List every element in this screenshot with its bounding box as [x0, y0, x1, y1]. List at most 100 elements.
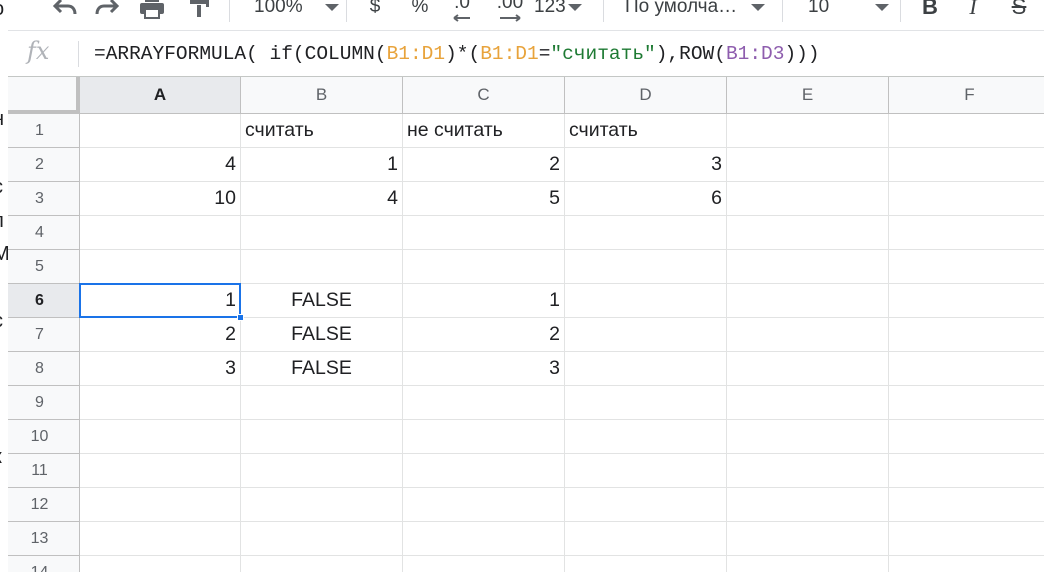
row-header-5[interactable]: 5 [0, 250, 80, 284]
cell-a11[interactable] [80, 454, 241, 488]
row-header-12[interactable]: 12 [0, 488, 80, 522]
cell-e13[interactable] [727, 522, 889, 556]
cell-d4[interactable] [565, 216, 727, 250]
cell-b5[interactable] [241, 250, 403, 284]
cell-e1[interactable] [727, 114, 889, 148]
column-header-d[interactable]: D [565, 77, 727, 114]
row-header-11[interactable]: 11 [0, 454, 80, 488]
cell-a12[interactable] [80, 488, 241, 522]
cell-b7[interactable]: FALSE [241, 318, 403, 352]
cell-f8[interactable] [889, 352, 1044, 386]
decrease-decimal-button[interactable]: .0 [444, 0, 480, 22]
bold-button[interactable]: B [914, 0, 946, 22]
cell-d1[interactable]: считать [565, 114, 727, 148]
cell-c2[interactable]: 2 [403, 148, 565, 182]
cell-a4[interactable] [80, 216, 241, 250]
cell-c13[interactable] [403, 522, 565, 556]
cell-a6[interactable]: 1 [80, 284, 241, 318]
font-size-select[interactable]: 10 [796, 0, 892, 22]
cell-a14[interactable] [80, 556, 241, 572]
cell-f6[interactable] [889, 284, 1044, 318]
cell-b11[interactable] [241, 454, 403, 488]
cell-a8[interactable]: 3 [80, 352, 241, 386]
column-header-e[interactable]: E [727, 77, 889, 114]
more-formats-button[interactable]: 123 [534, 0, 588, 22]
cell-e10[interactable] [727, 420, 889, 454]
cell-f5[interactable] [889, 250, 1044, 284]
italic-button[interactable]: I [958, 0, 988, 22]
cell-e14[interactable] [727, 556, 889, 572]
formula-input[interactable]: =ARRAYFORMULA( if(COLUMN(B1:D1)*(B1:D1="… [94, 43, 820, 65]
cell-b1[interactable]: считать [241, 114, 403, 148]
cell-b8[interactable]: FALSE [241, 352, 403, 386]
cell-b2[interactable]: 1 [241, 148, 403, 182]
cell-c10[interactable] [403, 420, 565, 454]
cell-f10[interactable] [889, 420, 1044, 454]
row-header-10[interactable]: 10 [0, 420, 80, 454]
cell-e6[interactable] [727, 284, 889, 318]
zoom-select[interactable]: 100% [244, 0, 344, 22]
cell-d6[interactable] [565, 284, 727, 318]
row-header-7[interactable]: 7 [0, 318, 80, 352]
cell-f7[interactable] [889, 318, 1044, 352]
print-icon[interactable] [134, 0, 170, 22]
cell-f12[interactable] [889, 488, 1044, 522]
paint-format-icon[interactable] [182, 0, 216, 22]
cell-c11[interactable] [403, 454, 565, 488]
currency-button[interactable]: $ [360, 0, 390, 22]
row-header-4[interactable]: 4 [0, 216, 80, 250]
cell-c5[interactable] [403, 250, 565, 284]
cell-c12[interactable] [403, 488, 565, 522]
cell-b14[interactable] [241, 556, 403, 572]
cell-a9[interactable] [80, 386, 241, 420]
row-header-14[interactable]: 14 [0, 556, 80, 572]
cell-d10[interactable] [565, 420, 727, 454]
cell-b10[interactable] [241, 420, 403, 454]
cell-f14[interactable] [889, 556, 1044, 572]
cell-e3[interactable] [727, 182, 889, 216]
cell-e5[interactable] [727, 250, 889, 284]
cell-d7[interactable] [565, 318, 727, 352]
cell-a5[interactable] [80, 250, 241, 284]
cell-c7[interactable]: 2 [403, 318, 565, 352]
cell-d11[interactable] [565, 454, 727, 488]
column-header-a[interactable]: A [80, 77, 241, 114]
row-header-1[interactable]: 1 [0, 114, 80, 148]
cell-a3[interactable]: 10 [80, 182, 241, 216]
column-header-f[interactable]: F [889, 77, 1044, 114]
cell-f13[interactable] [889, 522, 1044, 556]
column-header-b[interactable]: B [241, 77, 403, 114]
cell-b3[interactable]: 4 [241, 182, 403, 216]
cell-d12[interactable] [565, 488, 727, 522]
cell-d8[interactable] [565, 352, 727, 386]
redo-icon[interactable] [90, 0, 124, 22]
cell-c9[interactable] [403, 386, 565, 420]
cell-b13[interactable] [241, 522, 403, 556]
cell-b12[interactable] [241, 488, 403, 522]
cell-e7[interactable] [727, 318, 889, 352]
cell-f3[interactable] [889, 182, 1044, 216]
cell-e9[interactable] [727, 386, 889, 420]
cell-d14[interactable] [565, 556, 727, 572]
cell-c6[interactable]: 1 [403, 284, 565, 318]
cell-c1[interactable]: не считать [403, 114, 565, 148]
cell-a13[interactable] [80, 522, 241, 556]
cell-a1[interactable] [80, 114, 241, 148]
row-header-2[interactable]: 2 [0, 148, 80, 182]
fill-handle[interactable] [237, 314, 244, 321]
cell-d3[interactable]: 6 [565, 182, 727, 216]
cell-c8[interactable]: 3 [403, 352, 565, 386]
cell-e8[interactable] [727, 352, 889, 386]
row-header-6[interactable]: 6 [0, 284, 80, 318]
select-all-corner[interactable] [0, 77, 80, 114]
cell-f1[interactable] [889, 114, 1044, 148]
column-header-c[interactable]: C [403, 77, 565, 114]
cell-e12[interactable] [727, 488, 889, 522]
cell-a7[interactable]: 2 [80, 318, 241, 352]
cell-f9[interactable] [889, 386, 1044, 420]
cell-d9[interactable] [565, 386, 727, 420]
percent-button[interactable]: % [404, 0, 436, 22]
cell-b4[interactable] [241, 216, 403, 250]
cell-c14[interactable] [403, 556, 565, 572]
cell-d5[interactable] [565, 250, 727, 284]
